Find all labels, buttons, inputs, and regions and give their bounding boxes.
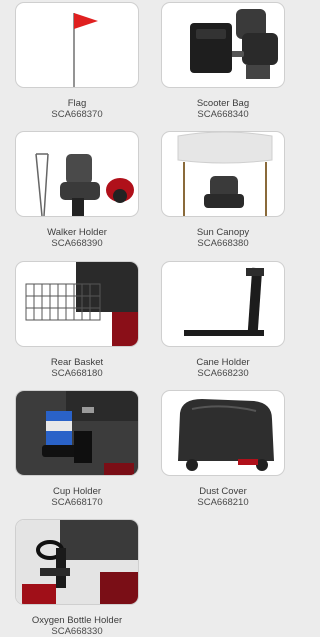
accessory-sku: SCA668210 <box>197 497 249 508</box>
accessory-sku: SCA668390 <box>51 238 103 249</box>
accessory-item-oxygen-bottle-holder[interactable]: Oxygen Bottle Holder SCA668330 <box>15 519 139 637</box>
accessory-grid: Flag SCA668370 Scooter Bag SCA668340 Wal… <box>0 0 293 637</box>
walker-holder-icon[interactable] <box>15 131 139 217</box>
accessory-sku: SCA668340 <box>197 109 249 120</box>
dust-cover-icon[interactable] <box>161 390 285 476</box>
accessory-name: Cane Holder <box>196 357 250 368</box>
accessory-name: Sun Canopy <box>196 227 250 238</box>
accessory-item-sun-canopy[interactable]: Sun Canopy SCA668380 <box>161 131 285 249</box>
accessory-item-cup-holder[interactable]: Cup Holder SCA668170 <box>15 390 139 508</box>
accessory-name: Oxygen Bottle Holder <box>31 615 123 626</box>
accessory-item-walker-holder[interactable]: Walker Holder SCA668390 <box>15 131 139 249</box>
cane-holder-icon[interactable] <box>161 261 285 347</box>
accessory-sku: SCA668380 <box>197 238 249 249</box>
rear-basket-icon[interactable] <box>15 261 139 347</box>
flag-icon[interactable] <box>15 2 139 88</box>
accessory-name: Dust Cover <box>199 486 247 497</box>
accessory-item-flag[interactable]: Flag SCA668370 <box>15 2 139 120</box>
cup-holder-icon[interactable] <box>15 390 139 476</box>
accessory-item-dust-cover[interactable]: Dust Cover SCA668210 <box>161 390 285 508</box>
scooter-bag-icon[interactable] <box>161 2 285 88</box>
accessory-sku: SCA668180 <box>51 368 103 379</box>
sun-canopy-icon[interactable] <box>161 131 285 217</box>
accessory-name: Flag <box>67 98 87 109</box>
accessory-sku: SCA668170 <box>51 497 103 508</box>
accessory-name: Cup Holder <box>52 486 102 497</box>
accessory-sku: SCA668370 <box>51 109 103 120</box>
accessory-item-cane-holder[interactable]: Cane Holder SCA668230 <box>161 261 285 379</box>
accessory-sku: SCA668330 <box>51 626 103 637</box>
oxygen-bottle-holder-icon[interactable] <box>15 519 139 605</box>
accessory-name: Rear Basket <box>50 357 104 368</box>
accessory-sku: SCA668230 <box>197 368 249 379</box>
accessory-name: Walker Holder <box>47 227 107 238</box>
accessory-item-scooter-bag[interactable]: Scooter Bag SCA668340 <box>161 2 285 120</box>
accessory-item-rear-basket[interactable]: Rear Basket SCA668180 <box>15 261 139 379</box>
accessory-name: Scooter Bag <box>196 98 250 109</box>
